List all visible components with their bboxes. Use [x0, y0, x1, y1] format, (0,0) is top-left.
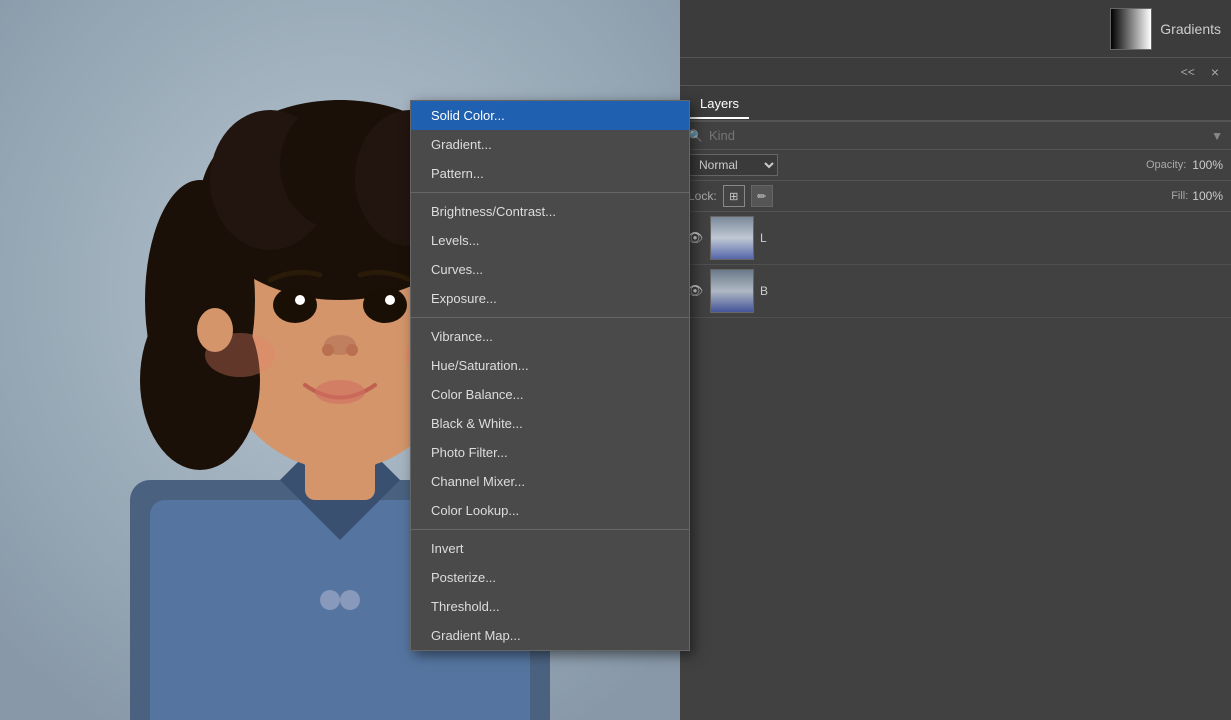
layers-search-row: 🔍 ▼ — [680, 122, 1231, 150]
dropdown-item-exposure[interactable]: Exposure... — [411, 284, 689, 313]
fill-value: 100% — [1192, 189, 1223, 203]
fill-row: Fill: 100% — [1171, 189, 1223, 203]
layer-name: B — [760, 284, 1225, 298]
dropdown-item-pattern[interactable]: Pattern... — [411, 159, 689, 188]
fill-label: Fill: — [1171, 190, 1188, 202]
dropdown-item-gradient-map[interactable]: Gradient Map... — [411, 621, 689, 650]
dropdown-item-invert[interactable]: Invert — [411, 534, 689, 563]
panel-controls: << × — [680, 58, 1231, 86]
layer-item[interactable]: 👁 L — [680, 212, 1231, 265]
close-button[interactable]: × — [1207, 62, 1223, 82]
gradients-label: Gradients — [1160, 21, 1221, 37]
lock-row: Lock: ⊞ ✏ Fill: 100% — [680, 181, 1231, 212]
opacity-row: Opacity: 100% — [1146, 158, 1223, 172]
gradient-swatch — [1110, 8, 1152, 50]
dropdown-separator — [411, 192, 689, 193]
layer-name: L — [760, 231, 1225, 245]
lock-position-icon[interactable]: ✏ — [751, 185, 773, 207]
lock-pixels-icon[interactable]: ⊞ — [723, 185, 745, 207]
tab-layers[interactable]: Layers — [690, 90, 749, 119]
dropdown-item-posterize[interactable]: Posterize... — [411, 563, 689, 592]
collapse-button[interactable]: << — [1177, 63, 1199, 81]
search-icon: 🔍 — [688, 129, 703, 143]
dropdown-item-curves[interactable]: Curves... — [411, 255, 689, 284]
dropdown-item-vibrance[interactable]: Vibrance... — [411, 322, 689, 351]
adjustment-layer-dropdown: Solid Color...Gradient...Pattern... Brigh… — [410, 100, 690, 651]
layers-tabs: Layers — [680, 86, 1231, 122]
opacity-value: 100% — [1192, 158, 1223, 172]
filter-icon: ▼ — [1211, 129, 1223, 143]
kind-search-input[interactable] — [709, 128, 1205, 143]
opacity-label: Opacity: — [1146, 159, 1186, 171]
layers-panel: Layers 🔍 ▼ Normal Multiply Screen Overla… — [680, 86, 1231, 720]
blend-mode-select[interactable]: Normal Multiply Screen Overlay — [688, 154, 778, 176]
right-panel: Gradients << × Layers 🔍 ▼ Normal — [680, 0, 1231, 720]
layer-thumbnail — [710, 269, 754, 313]
dropdown-item-color-balance[interactable]: Color Balance... — [411, 380, 689, 409]
blend-mode-row: Normal Multiply Screen Overlay Opacity: … — [680, 150, 1231, 181]
dropdown-item-photo-filter[interactable]: Photo Filter... — [411, 438, 689, 467]
dropdown-item-solid-color[interactable]: Solid Color... — [411, 101, 689, 130]
dropdown-separator — [411, 317, 689, 318]
dropdown-item-threshold[interactable]: Threshold... — [411, 592, 689, 621]
layers-list: 👁 L 👁 B — [680, 212, 1231, 720]
dropdown-separator — [411, 529, 689, 530]
dropdown-item-channel-mixer[interactable]: Channel Mixer... — [411, 467, 689, 496]
dropdown-item-black-white[interactable]: Black & White... — [411, 409, 689, 438]
top-header: Gradients — [680, 0, 1231, 58]
dropdown-item-brightness-contrast[interactable]: Brightness/Contrast... — [411, 197, 689, 226]
dropdown-item-gradient[interactable]: Gradient... — [411, 130, 689, 159]
dropdown-item-hue-saturation[interactable]: Hue/Saturation... — [411, 351, 689, 380]
dropdown-item-color-lookup[interactable]: Color Lookup... — [411, 496, 689, 525]
dropdown-item-levels[interactable]: Levels... — [411, 226, 689, 255]
layer-item[interactable]: 👁 B — [680, 265, 1231, 318]
layer-thumbnail — [710, 216, 754, 260]
gradients-panel: Gradients — [1110, 8, 1221, 50]
lock-label: Lock: — [688, 189, 717, 203]
